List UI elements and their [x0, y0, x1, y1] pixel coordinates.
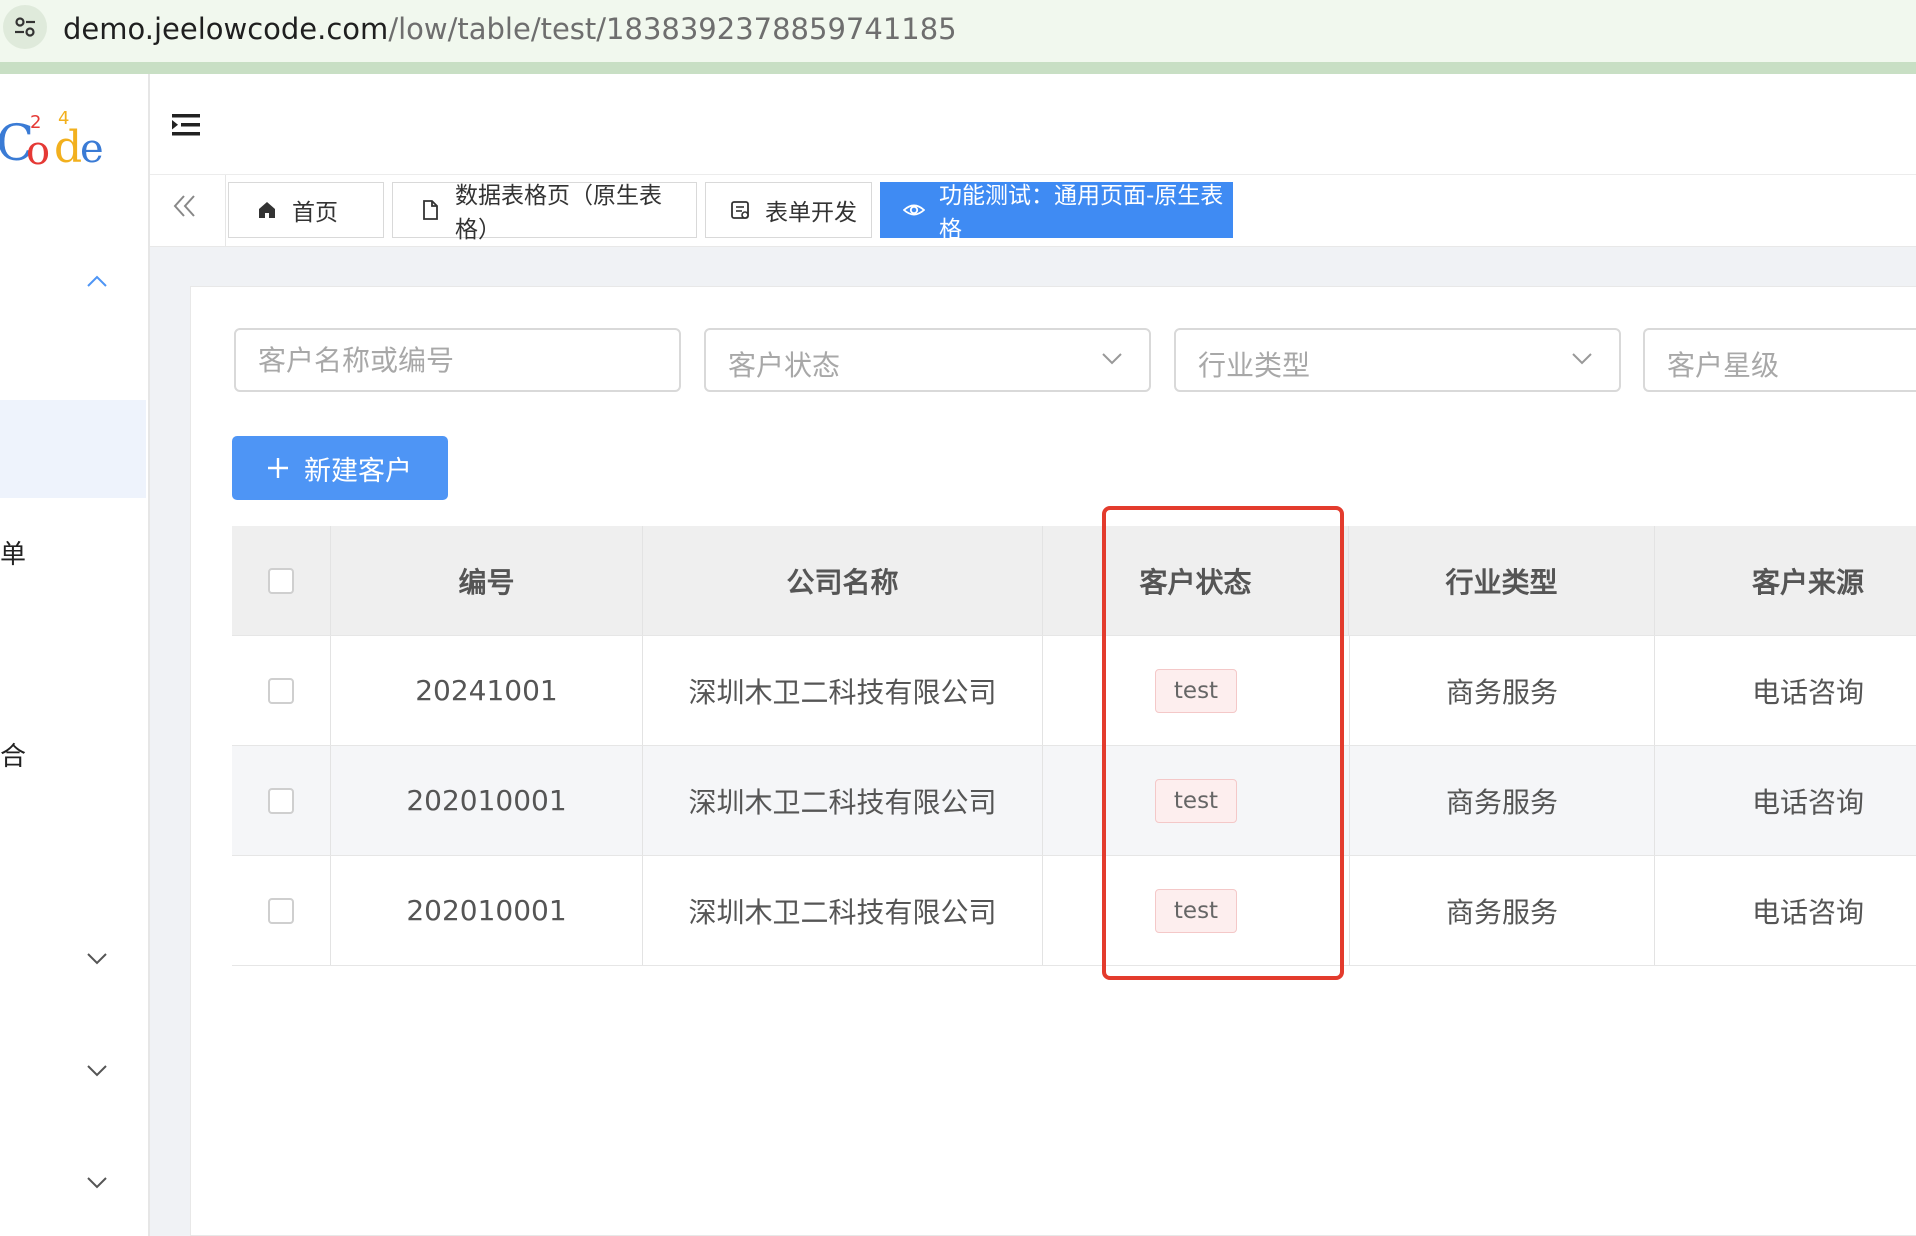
new-customer-button[interactable]: 新建客户: [232, 436, 448, 500]
cell-source: 电话咨询: [1751, 675, 1864, 709]
chevron-down-icon[interactable]: [86, 952, 108, 966]
customer-name-input[interactable]: [236, 330, 679, 390]
cell-source: 电话咨询: [1751, 895, 1864, 929]
cell-industry: 商务服务: [1349, 856, 1655, 965]
cell-company: 深圳木卫二科技有限公司: [643, 636, 1043, 745]
tab-data-table-page[interactable]: 数据表格页（原生表格）: [392, 182, 697, 243]
home-icon: [259, 202, 275, 218]
sidebar-item-label[interactable]: 单: [0, 534, 26, 571]
table-row[interactable]: 20241001 深圳木卫二科技有限公司 test 商务服务 电话咨询: [232, 636, 1916, 746]
document-icon: [423, 200, 438, 220]
cell-company: 深圳木卫二科技有限公司: [643, 856, 1043, 965]
tab-function-test[interactable]: 功能测试：通用页面-原生表格: [880, 182, 1233, 243]
url-host: demo.jeelowcode.com: [63, 12, 389, 46]
sidebar-active-item[interactable]: [0, 400, 146, 498]
svg-text:4: 4: [58, 108, 69, 129]
chevron-up-icon[interactable]: [86, 274, 108, 288]
url-bar-divider: [0, 62, 1916, 74]
menu-fold-icon[interactable]: [172, 113, 200, 137]
column-header[interactable]: 编号: [331, 526, 643, 635]
status-tag: test: [1154, 888, 1238, 933]
tab-label: 首页: [292, 200, 338, 226]
row-select-cell: [232, 746, 331, 855]
chevron-down-icon[interactable]: [86, 1064, 108, 1078]
row-select-cell: [232, 636, 331, 745]
form-icon: [731, 201, 749, 219]
svg-text:e: e: [80, 126, 104, 172]
row-checkbox[interactable]: [268, 787, 294, 814]
column-header[interactable]: 公司名称: [643, 526, 1043, 635]
new-customer-label: 新建客户: [304, 455, 412, 487]
cell-status: test: [1043, 746, 1349, 855]
eye-icon: [903, 204, 925, 216]
table-row[interactable]: 202010001 深圳木卫二科技有限公司 test 商务服务 电话咨询: [232, 856, 1916, 966]
row-checkbox[interactable]: [268, 897, 294, 924]
row-checkbox[interactable]: [268, 677, 294, 704]
url-text[interactable]: demo.jeelowcode.com/low/table/test/18383…: [63, 12, 957, 46]
tab-home[interactable]: 首页: [228, 182, 384, 238]
column-header[interactable]: 客户状态: [1043, 526, 1349, 635]
industry-type-filter[interactable]: 行业类型: [1174, 328, 1621, 392]
cell-id: 202010001: [331, 746, 643, 855]
cell-id: 202010001: [331, 856, 643, 965]
divider: [225, 175, 226, 246]
app-logo: C o d e 2 4: [0, 108, 104, 172]
tune-icon[interactable]: [3, 5, 47, 49]
status-tag: test: [1154, 778, 1238, 823]
row-select-cell: [232, 856, 331, 965]
browser-url-bar[interactable]: demo.jeelowcode.com/low/table/test/18383…: [0, 0, 1916, 74]
tab-label: 功能测试：通用页面-原生表格: [939, 183, 1224, 243]
status-tag: test: [1154, 668, 1238, 713]
table-row[interactable]: 202010001 深圳木卫二科技有限公司 test 商务服务 电话咨询: [232, 746, 1916, 856]
cell-industry: 商务服务: [1349, 746, 1655, 855]
customer-name-filter[interactable]: [234, 328, 681, 392]
cell-id: 20241001: [331, 636, 643, 745]
star-placeholder: 客户星级: [1667, 349, 1780, 382]
plus-icon: [268, 458, 288, 478]
chevron-down-icon: [1572, 353, 1592, 365]
column-header[interactable]: 行业类型: [1349, 526, 1655, 635]
status-placeholder: 客户状态: [728, 349, 841, 382]
tab-label: 表单开发: [765, 200, 857, 226]
svg-text:d: d: [54, 122, 82, 172]
chevron-down-icon[interactable]: [86, 1176, 108, 1190]
top-header: [150, 74, 1916, 175]
sidebar-item-label[interactable]: 合: [0, 736, 26, 773]
industry-placeholder: 行业类型: [1198, 349, 1311, 382]
double-chevron-left-icon[interactable]: [170, 191, 200, 221]
cell-industry: 商务服务: [1349, 636, 1655, 745]
tab-form-dev[interactable]: 表单开发: [705, 182, 872, 238]
customer-star-filter[interactable]: 客户星级: [1643, 328, 1916, 392]
select-all-checkbox[interactable]: [268, 567, 294, 594]
tabs-bar: 首页 数据表格页（原生表格） 表单开发 功能测试：通用页面-原生表格: [150, 175, 1916, 247]
tab-label: 数据表格页（原生表格）: [455, 183, 662, 243]
cell-company: 深圳木卫二科技有限公司: [643, 746, 1043, 855]
customer-status-filter[interactable]: 客户状态: [704, 328, 1151, 392]
cell-source: 电话咨询: [1751, 785, 1864, 819]
svg-text:o: o: [26, 128, 50, 172]
svg-text:2: 2: [30, 112, 41, 133]
chevron-down-icon: [1102, 353, 1122, 365]
cell-status: test: [1043, 636, 1349, 745]
table-header-row: 编号 公司名称 客户状态 行业类型 客户来源: [232, 526, 1916, 636]
url-path: /low/table/test/1838392378859741185: [388, 12, 957, 46]
column-header[interactable]: 客户来源: [1655, 526, 1916, 635]
cell-status: test: [1043, 856, 1349, 965]
select-all-cell: [232, 526, 331, 635]
sidebar: C o d e 2 4 单 合: [0, 74, 150, 1236]
